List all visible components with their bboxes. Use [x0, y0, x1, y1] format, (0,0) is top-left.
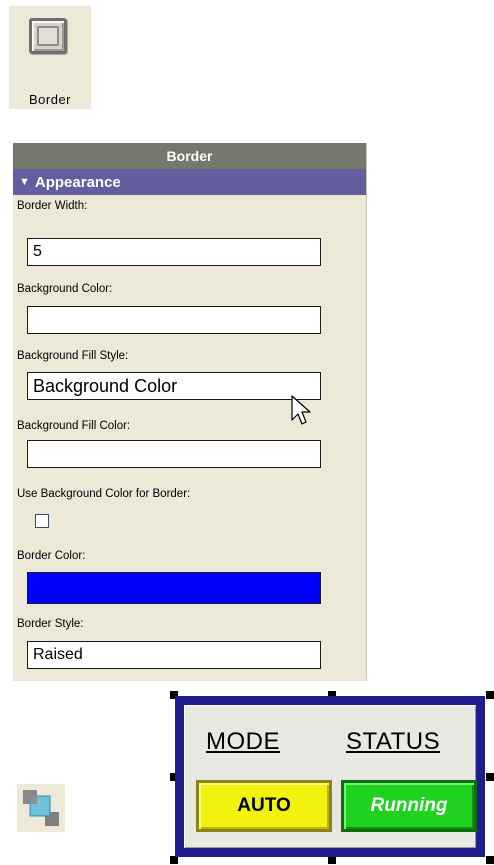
selected-widget-preview[interactable]: MODE STATUS AUTO Running — [170, 691, 494, 865]
running-button[interactable]: Running — [341, 780, 477, 832]
background-color-label: Background Color: — [17, 283, 113, 295]
border-style-label: Border Style: — [17, 618, 84, 630]
border-color-swatch[interactable] — [27, 572, 321, 604]
appearance-section-header[interactable]: ▼ Appearance — [13, 169, 366, 195]
use-bg-for-border-label: Use Background Color for Border: — [17, 488, 191, 500]
mouse-cursor-icon — [291, 395, 311, 425]
border-widget: MODE STATUS AUTO Running — [175, 696, 485, 857]
resize-handle[interactable] — [328, 856, 336, 864]
border-width-input[interactable]: 5 — [27, 238, 321, 266]
fill-style-select[interactable]: Background Color — [27, 372, 321, 400]
appearance-section-label: Appearance — [34, 173, 121, 191]
collapse-triangle-icon: ▼ — [19, 176, 30, 188]
border-width-label: Border Width: — [17, 200, 88, 212]
border-style-select[interactable]: Raised — [27, 641, 321, 669]
border-color-label: Border Color: — [17, 550, 86, 562]
fill-style-label: Background Fill Style: — [17, 350, 129, 362]
status-header: STATUS — [346, 728, 441, 755]
fill-color-input[interactable] — [27, 440, 321, 468]
mode-header: MODE — [206, 728, 280, 755]
resize-handle[interactable] — [486, 856, 494, 864]
border-tool-label: Border — [28, 92, 72, 107]
group-tool-button[interactable] — [17, 784, 65, 832]
border-tool-button[interactable]: Border — [9, 6, 91, 109]
resize-handle[interactable] — [486, 773, 494, 781]
fill-color-label: Background Fill Color: — [17, 420, 131, 432]
auto-button[interactable]: AUTO — [196, 780, 332, 832]
use-bg-for-border-checkbox[interactable] — [35, 514, 49, 528]
resize-handle[interactable] — [170, 856, 178, 864]
group-objects-icon — [23, 790, 59, 826]
resize-handle[interactable] — [486, 691, 494, 699]
border-tool-icon — [29, 18, 67, 54]
background-color-input[interactable] — [27, 306, 321, 334]
panel-title: Border — [13, 143, 366, 169]
